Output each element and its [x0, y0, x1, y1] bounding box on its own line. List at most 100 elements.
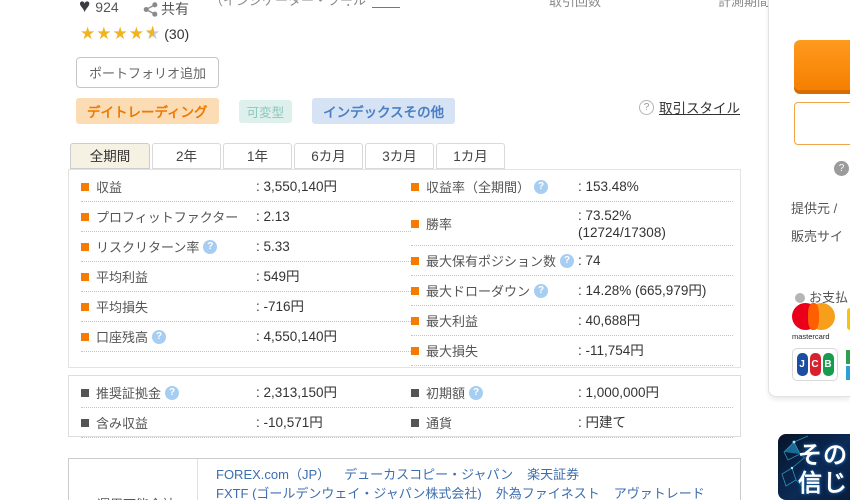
promo-banner[interactable]: その 信じ: [778, 434, 850, 500]
bullet-icon: [411, 219, 419, 228]
measure-period-label: 計測期間: [718, 0, 771, 9]
cut-link-fragment[interactable]: [372, 0, 400, 8]
stat-label: 最大利益: [426, 314, 479, 329]
bullet-icon: [81, 332, 89, 341]
cut-colon: ：: [345, 0, 359, 9]
tab-1年[interactable]: 1年: [223, 143, 292, 169]
help-icon[interactable]: ?: [560, 253, 575, 268]
stat-label: 推奨証拠金?: [96, 383, 256, 402]
stat-value-line: : 549円: [256, 269, 300, 284]
jcb-stripe: C: [809, 353, 821, 376]
stat-value-line: : 74: [578, 253, 601, 268]
trade-style-link[interactable]: 取引スタイル: [659, 97, 740, 117]
tab-全期間[interactable]: 全期間: [70, 143, 150, 169]
stat-label: 平均損失: [96, 300, 149, 315]
share-button[interactable]: 共有: [143, 0, 189, 19]
cart-button[interactable]: [794, 102, 850, 145]
bullet-icon: [411, 286, 419, 295]
broker-link[interactable]: FOREX.com（JP）: [216, 467, 330, 482]
like-count: 924: [95, 0, 119, 15]
stat-row: 最大利益 : 40,688円: [411, 306, 733, 336]
stat-row: 含み収益: -10,571円: [81, 408, 411, 438]
stat-value: : -716円: [256, 298, 304, 315]
stat-label: 口座残高?: [96, 327, 256, 346]
stat-row: 収益率（全期間）?: 153.48%: [411, 172, 733, 202]
promo-text-line1: その: [798, 442, 848, 469]
tab-1カ月[interactable]: 1カ月: [436, 143, 505, 169]
stat-value: : 円建て: [578, 414, 626, 431]
bullet-icon: [411, 346, 419, 355]
bullet-icon: [411, 182, 419, 191]
trades-count-label: 取引回数: [549, 0, 602, 9]
broker-link[interactable]: 外為ファイネスト: [496, 486, 600, 500]
tag-teal[interactable]: 可変型: [238, 99, 293, 123]
summary-column-left: 推奨証拠金?: 2,313,150円 含み収益: -10,571円: [81, 378, 411, 438]
stat-value-line2: (12724/17308): [578, 224, 666, 240]
cut-logo-green-icon: [846, 350, 850, 364]
stat-label: リスクリターン率?: [96, 237, 256, 256]
stat-value: : 4,550,140円: [256, 328, 337, 345]
tab-6カ月[interactable]: 6カ月: [294, 143, 363, 169]
stat-label: プロフィットファクター: [96, 210, 239, 225]
brokers-links: FOREX.com（JP） デューカスコピー・ジャパン 楽天証券 FXTF (ゴール…: [216, 465, 719, 500]
tag-orange[interactable]: デイトレーディング: [76, 98, 219, 124]
help-badge-icon[interactable]: ?: [834, 161, 849, 176]
stat-value: : -10,571円: [256, 414, 323, 431]
cut-logo-blue-icon: [846, 366, 850, 380]
brokers-panel: 運用可能会社 FOREX.com（JP） デューカスコピー・ジャパン楽天証券 FX…: [68, 458, 741, 500]
stats-column-left: 収益: 3,550,140円 プロフィットファクター: 2.13 リスクリターン率?…: [81, 172, 411, 352]
stat-label: 平均利益: [96, 270, 149, 285]
help-icon[interactable]: ?: [534, 179, 549, 194]
stat-value-line: : 73.52%: [578, 207, 632, 223]
stat-row: プロフィットファクター: 2.13: [81, 202, 411, 232]
help-icon[interactable]: ?: [203, 239, 218, 254]
mastercard-wordmark: mastercard: [792, 332, 830, 341]
mastercard-logo-icon: mastercard: [792, 303, 848, 343]
broker-link[interactable]: 楽天証券: [527, 467, 579, 482]
bullet-icon: [411, 316, 419, 325]
stat-value: : 73.52% (12724/17308): [578, 207, 666, 241]
stat-row: 収益: 3,550,140円: [81, 172, 411, 202]
product-page: （インジケーター・ツール ： 取引回数 計測期間 ♥ 924 共有 ★★★★★ ★…: [0, 0, 850, 500]
rating-stars[interactable]: ★★★★★ ★ (30): [80, 24, 189, 43]
stat-value: : 74: [578, 252, 601, 269]
stat-value: : 1,000,000円: [578, 384, 659, 401]
stat-row: 通貨: 円建て: [411, 408, 733, 438]
help-icon[interactable]: ?: [152, 329, 167, 344]
stat-row: 最大損失: -11,754円: [411, 336, 733, 366]
broker-link[interactable]: FXTF (ゴールデンウェイ・ジャパン株式会社): [216, 486, 482, 500]
cut-category-label: （インジケーター・ツール: [210, 0, 367, 8]
stat-value: : 3,550,140円: [256, 178, 337, 195]
stat-value-line: : -11,754円: [578, 343, 644, 358]
tab-2年[interactable]: 2年: [152, 143, 221, 169]
star-icon: ★: [112, 24, 129, 43]
stat-value-line: : 1,000,000円: [578, 385, 660, 400]
broker-line: FXTF (ゴールデンウェイ・ジャパン株式会社) 外為ファイネスト アヴァトレード: [216, 484, 719, 500]
stat-value-line: : 40,688円: [578, 313, 641, 328]
star-icon: ★: [80, 24, 97, 43]
question-circle-icon[interactable]: ?: [639, 99, 654, 115]
bullet-icon: [411, 388, 419, 397]
help-icon[interactable]: ?: [165, 385, 180, 400]
stat-label: 最大ドローダウン?: [426, 281, 578, 300]
jcb-stripe: J: [796, 353, 808, 376]
stat-value-line: : -10,571円: [256, 415, 323, 430]
stat-label: 最大保有ポジション数?: [426, 251, 578, 270]
stat-value-line: : 3,550,140円: [256, 179, 338, 194]
like-control[interactable]: ♥ 924: [79, 0, 119, 16]
add-portfolio-button[interactable]: ポートフォリオ追加: [76, 57, 220, 88]
tag-blue[interactable]: インデックスその他: [312, 98, 456, 124]
broker-link[interactable]: デューカスコピー・ジャパン: [344, 467, 513, 482]
sales-site-label: 販売サイ: [791, 229, 844, 244]
stat-row: 口座残高?: 4,550,140円: [81, 322, 411, 352]
tab-3カ月[interactable]: 3カ月: [365, 143, 434, 169]
bullet-icon: [81, 242, 89, 251]
broker-link[interactable]: アヴァトレード: [614, 486, 705, 500]
period-tabs: 全期間 2年 1年 6カ月 3カ月 1カ月: [70, 143, 505, 169]
buy-button[interactable]: [794, 40, 850, 90]
stat-row: 平均損失 : -716円: [81, 292, 411, 322]
stat-value: : 40,688円: [578, 312, 640, 329]
provider-label: 提供元 /: [791, 201, 838, 216]
help-icon[interactable]: ?: [534, 283, 549, 298]
help-icon[interactable]: ?: [469, 385, 484, 400]
